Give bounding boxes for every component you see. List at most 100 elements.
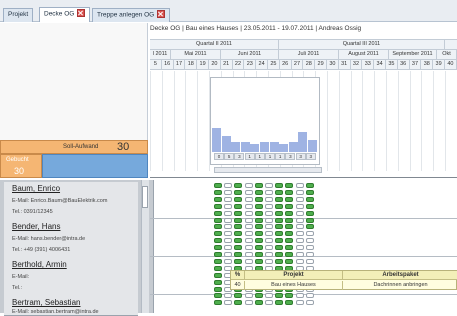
free-slot[interactable] xyxy=(296,197,304,202)
free-slot[interactable] xyxy=(265,259,273,264)
free-slot[interactable] xyxy=(245,197,253,202)
booked-slot[interactable] xyxy=(255,218,263,223)
booked-slot[interactable] xyxy=(255,231,263,236)
person-name[interactable]: Bertram, Sebastian xyxy=(12,298,80,307)
person-name[interactable]: Bender, Hans xyxy=(12,222,60,231)
booked-slot[interactable] xyxy=(234,231,242,236)
free-slot[interactable] xyxy=(265,231,273,236)
free-slot[interactable] xyxy=(306,245,314,250)
free-slot[interactable] xyxy=(224,218,232,223)
booked-slot[interactable] xyxy=(275,231,283,236)
booked-slot[interactable] xyxy=(285,204,293,209)
booked-slot[interactable] xyxy=(255,183,263,188)
free-slot[interactable] xyxy=(224,224,232,229)
free-slot[interactable] xyxy=(224,190,232,195)
booked-slot[interactable] xyxy=(275,259,283,264)
free-slot[interactable] xyxy=(245,204,253,209)
free-slot[interactable] xyxy=(224,259,232,264)
tab-decke-og[interactable]: Decke OG xyxy=(39,7,90,22)
free-slot[interactable] xyxy=(245,224,253,229)
booked-slot[interactable] xyxy=(214,245,222,250)
free-slot[interactable] xyxy=(224,231,232,236)
free-slot[interactable] xyxy=(306,293,314,298)
free-slot[interactable] xyxy=(224,211,232,216)
free-slot[interactable] xyxy=(245,259,253,264)
booked-slot[interactable] xyxy=(214,231,222,236)
free-slot[interactable] xyxy=(265,204,273,209)
free-slot[interactable] xyxy=(296,183,304,188)
booked-slot[interactable] xyxy=(214,190,222,195)
booked-slot[interactable] xyxy=(255,293,263,298)
free-slot[interactable] xyxy=(224,245,232,250)
free-slot[interactable] xyxy=(265,245,273,250)
timeline-scrollbar[interactable] xyxy=(214,167,322,173)
booked-slot[interactable] xyxy=(275,300,283,305)
booked-slot[interactable] xyxy=(275,252,283,257)
booked-slot[interactable] xyxy=(285,211,293,216)
free-slot[interactable] xyxy=(296,190,304,195)
booked-slot[interactable] xyxy=(285,224,293,229)
booked-slot[interactable] xyxy=(214,266,222,271)
booked-slot[interactable] xyxy=(255,224,263,229)
booked-slot[interactable] xyxy=(214,197,222,202)
free-slot[interactable] xyxy=(306,238,314,243)
free-slot[interactable] xyxy=(245,238,253,243)
booked-slot[interactable] xyxy=(275,211,283,216)
booked-slot[interactable] xyxy=(214,224,222,229)
booked-slot[interactable] xyxy=(234,218,242,223)
free-slot[interactable] xyxy=(245,231,253,236)
free-slot[interactable] xyxy=(224,183,232,188)
booked-slot[interactable] xyxy=(275,224,283,229)
booked-slot[interactable] xyxy=(255,190,263,195)
free-slot[interactable] xyxy=(296,224,304,229)
free-slot[interactable] xyxy=(296,245,304,250)
booked-slot[interactable] xyxy=(234,245,242,250)
booked-slot[interactable] xyxy=(306,224,314,229)
tab-projekt[interactable]: Projekt xyxy=(3,8,33,22)
free-slot[interactable] xyxy=(245,218,253,223)
free-slot[interactable] xyxy=(265,252,273,257)
people-scrollbar-thumb[interactable] xyxy=(142,186,148,208)
free-slot[interactable] xyxy=(296,252,304,257)
booked-slot[interactable] xyxy=(234,224,242,229)
booked-slot[interactable] xyxy=(214,287,222,292)
free-slot[interactable] xyxy=(306,252,314,257)
free-slot[interactable] xyxy=(296,238,304,243)
free-slot[interactable] xyxy=(296,293,304,298)
booked-slot[interactable] xyxy=(306,211,314,216)
booked-slot[interactable] xyxy=(275,183,283,188)
booked-slot[interactable] xyxy=(275,190,283,195)
booked-slot[interactable] xyxy=(285,190,293,195)
person-name[interactable]: Berthold, Armin xyxy=(12,260,67,269)
booked-slot[interactable] xyxy=(306,183,314,188)
free-slot[interactable] xyxy=(245,293,253,298)
booked-slot[interactable] xyxy=(285,238,293,243)
person-name[interactable]: Baum, Enrico xyxy=(12,184,60,193)
free-slot[interactable] xyxy=(224,293,232,298)
booked-slot[interactable] xyxy=(306,218,314,223)
booked-slot[interactable] xyxy=(214,280,222,285)
free-slot[interactable] xyxy=(306,231,314,236)
booked-slot[interactable] xyxy=(255,238,263,243)
booked-slot[interactable] xyxy=(255,259,263,264)
booked-slot[interactable] xyxy=(234,300,242,305)
free-slot[interactable] xyxy=(224,252,232,257)
booked-slot[interactable] xyxy=(285,293,293,298)
booked-slot[interactable] xyxy=(255,197,263,202)
booked-slot[interactable] xyxy=(234,183,242,188)
booked-slot[interactable] xyxy=(285,245,293,250)
booked-slot[interactable] xyxy=(285,259,293,264)
booked-slot[interactable] xyxy=(306,197,314,202)
free-slot[interactable] xyxy=(245,300,253,305)
close-icon[interactable] xyxy=(157,10,165,18)
booked-slot[interactable] xyxy=(285,218,293,223)
booked-slot[interactable] xyxy=(275,293,283,298)
free-slot[interactable] xyxy=(245,183,253,188)
booked-slot[interactable] xyxy=(306,190,314,195)
booked-slot[interactable] xyxy=(275,238,283,243)
tab-treppe-anlegen-og[interactable]: Treppe anlegen OG xyxy=(92,8,170,22)
free-slot[interactable] xyxy=(306,259,314,264)
booked-slot[interactable] xyxy=(214,204,222,209)
booked-slot[interactable] xyxy=(275,245,283,250)
booked-slot[interactable] xyxy=(234,259,242,264)
